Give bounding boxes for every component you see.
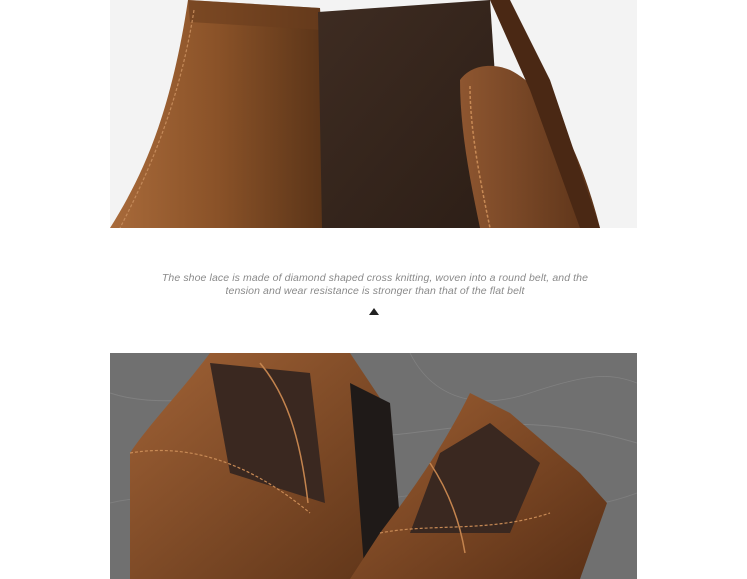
boot-closeup-photo [110,0,637,228]
product-caption: The shoe lace is made of diamond shaped … [120,272,630,298]
up-arrow-icon [369,308,379,315]
caption-line-2: tension and wear resistance is stronger … [225,285,525,297]
caption-line-1: The shoe lace is made of diamond shaped … [161,272,589,284]
boots-on-marble-photo [110,353,637,579]
